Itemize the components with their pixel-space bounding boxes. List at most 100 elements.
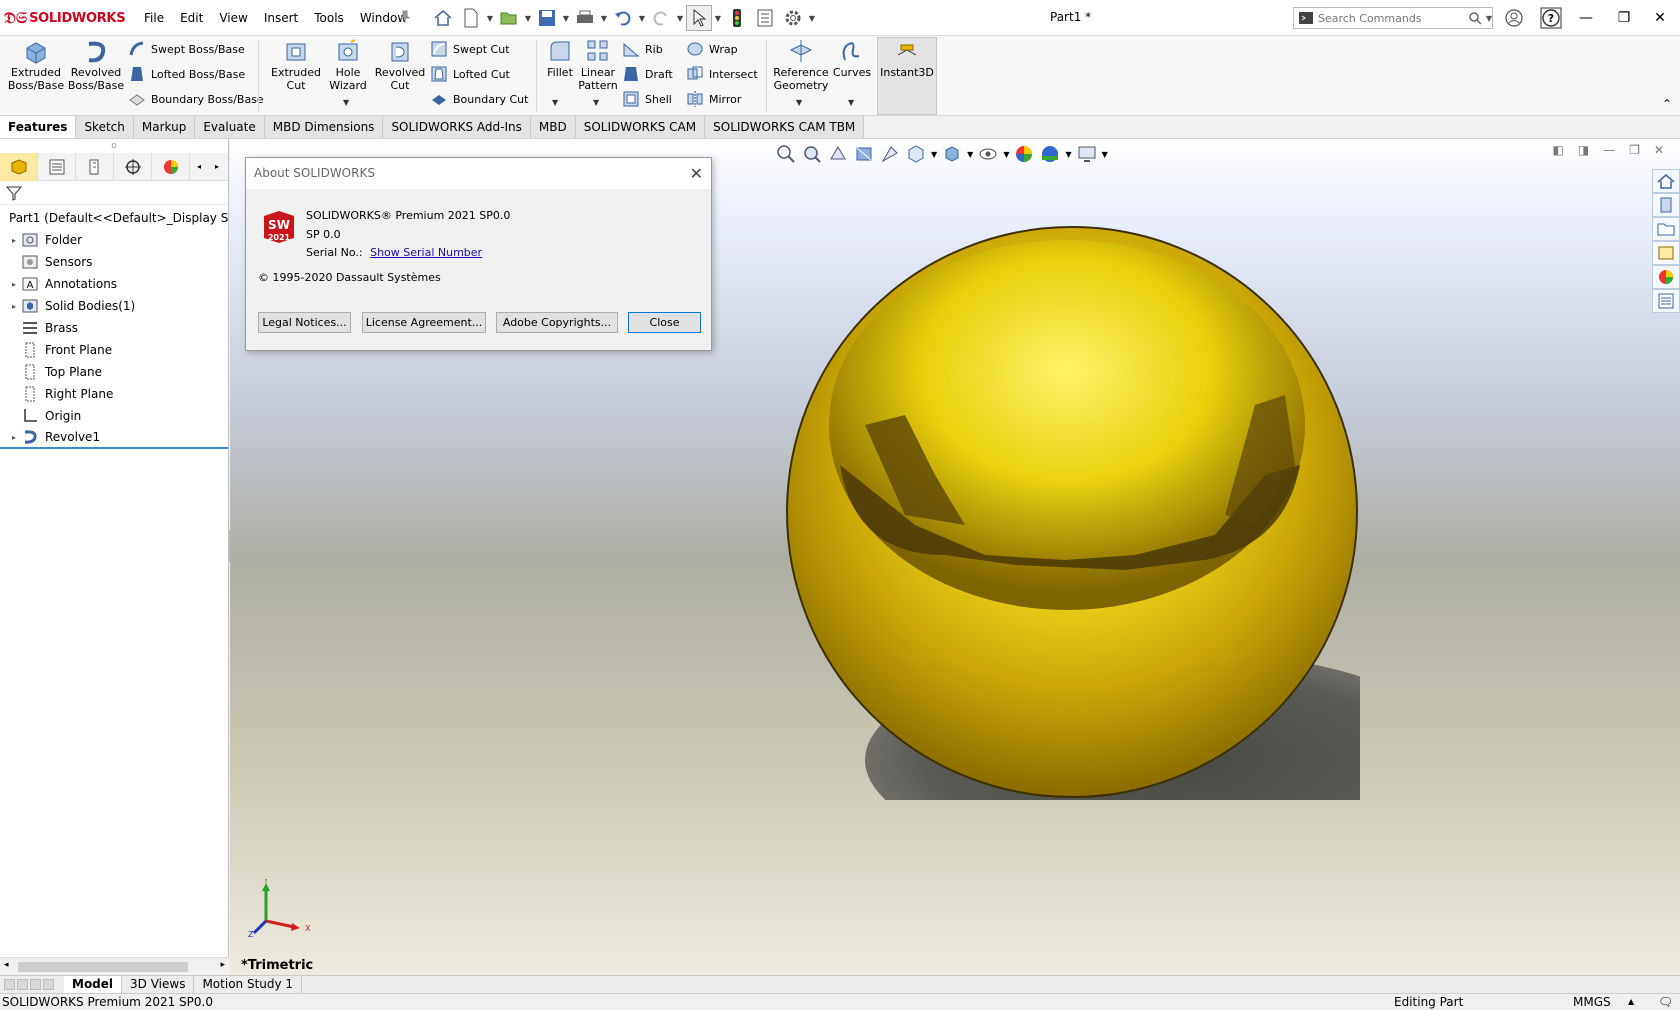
hide-show-items-icon[interactable] bbox=[977, 143, 999, 165]
tooltip-toggle-icon[interactable]: 🗨 bbox=[1658, 994, 1673, 1010]
draft-button[interactable]: Draft bbox=[622, 63, 673, 85]
solidworks-logo[interactable]: 𝔇𝔖 SOLIDWORKS bbox=[4, 8, 126, 28]
select-button[interactable] bbox=[686, 5, 712, 31]
close-window-button[interactable]: ✕ bbox=[1646, 6, 1674, 30]
reference-geometry-dropdown[interactable]: ▼ bbox=[796, 98, 802, 107]
viewport-restore-icon[interactable]: ❐ bbox=[1629, 143, 1640, 157]
horizontal-scrollbar[interactable]: ◂ ▸ bbox=[0, 957, 229, 975]
file-explorer-tab[interactable] bbox=[1652, 217, 1680, 241]
search-icon[interactable] bbox=[1468, 11, 1482, 25]
property-manager-tab[interactable] bbox=[38, 153, 76, 181]
restore-button[interactable]: ❐ bbox=[1610, 6, 1638, 30]
tab-solidworks-cam-tbm[interactable]: SOLIDWORKS CAM TBM bbox=[705, 116, 865, 138]
tab-3d-views[interactable]: 3D Views bbox=[122, 976, 195, 993]
save-dropdown[interactable]: ▼ bbox=[562, 5, 570, 31]
open-dropdown[interactable]: ▼ bbox=[524, 5, 532, 31]
new-document-button[interactable] bbox=[458, 5, 484, 31]
boundary-boss-button[interactable]: Boundary Boss/Base bbox=[128, 88, 264, 110]
gold-sphere-model[interactable] bbox=[785, 225, 1360, 800]
scroll-tabs-right[interactable]: ▸ bbox=[208, 153, 226, 180]
search-commands-box[interactable]: ▼ bbox=[1293, 7, 1493, 29]
collapse-ribbon-icon[interactable]: ⌃ bbox=[1662, 97, 1672, 111]
adobe-copyrights-button[interactable]: Adobe Copyrights... bbox=[496, 312, 618, 333]
menu-insert[interactable]: Insert bbox=[256, 0, 306, 36]
file-properties-button[interactable] bbox=[752, 5, 778, 31]
tab-markup[interactable]: Markup bbox=[133, 116, 196, 138]
new-dropdown[interactable]: ▼ bbox=[486, 5, 494, 31]
tree-item-solid-bodies[interactable]: ▸ Solid Bodies(1) bbox=[0, 295, 228, 317]
account-button[interactable] bbox=[1500, 6, 1528, 30]
fillet-dropdown[interactable]: ▼ bbox=[552, 98, 558, 107]
open-button[interactable] bbox=[496, 5, 522, 31]
dialog-close-icon[interactable]: ✕ bbox=[690, 158, 703, 189]
feature-manager-tab[interactable] bbox=[0, 153, 38, 181]
curves-dropdown[interactable]: ▼ bbox=[848, 98, 854, 107]
appearances-tab[interactable] bbox=[1652, 265, 1680, 289]
pin-icon[interactable] bbox=[398, 10, 412, 24]
zoom-to-fit-icon[interactable] bbox=[775, 143, 797, 165]
tree-item-folder[interactable]: ▸ Folder bbox=[0, 229, 228, 251]
display-style-dropdown[interactable]: ▼ bbox=[967, 150, 973, 159]
display-style-icon[interactable] bbox=[941, 143, 963, 165]
custom-properties-tab[interactable] bbox=[1652, 289, 1680, 313]
view-settings-dropdown[interactable]: ▼ bbox=[1102, 150, 1108, 159]
display-manager-tab[interactable] bbox=[152, 153, 190, 181]
menu-view[interactable]: View bbox=[211, 0, 255, 36]
hole-wizard-button[interactable]: Hole Wizard bbox=[322, 38, 374, 92]
swept-boss-button[interactable]: Swept Boss/Base bbox=[128, 38, 245, 60]
solidworks-resources-tab[interactable] bbox=[1652, 169, 1680, 193]
home-button[interactable] bbox=[430, 5, 456, 31]
swept-cut-button[interactable]: Swept Cut bbox=[430, 38, 510, 60]
linear-pattern-button[interactable]: Linear Pattern bbox=[576, 38, 620, 92]
dialog-title-bar[interactable]: About SOLIDWORKS ✕ bbox=[246, 158, 711, 189]
redo-dropdown[interactable]: ▼ bbox=[676, 5, 684, 31]
tree-item-front-plane[interactable]: Front Plane bbox=[0, 339, 228, 361]
search-dropdown[interactable]: ▼ bbox=[1486, 14, 1492, 23]
scroll-left-arrow-icon[interactable]: ◂ bbox=[4, 960, 9, 970]
lofted-boss-button[interactable]: Lofted Boss/Base bbox=[128, 63, 245, 85]
expand-arrow-icon[interactable]: ▸ bbox=[8, 280, 20, 289]
dimxpert-manager-tab[interactable] bbox=[114, 153, 152, 181]
panel-grip[interactable]: o bbox=[0, 139, 228, 153]
print-button[interactable] bbox=[572, 5, 598, 31]
undo-button[interactable] bbox=[610, 5, 636, 31]
configuration-manager-tab[interactable] bbox=[76, 153, 114, 181]
extruded-boss-button[interactable]: Extruded Boss/Base bbox=[8, 38, 64, 92]
fillet-button[interactable]: Fillet bbox=[540, 38, 580, 79]
tree-item-top-plane[interactable]: Top Plane bbox=[0, 361, 228, 383]
print-dropdown[interactable]: ▼ bbox=[600, 5, 608, 31]
hole-wizard-dropdown[interactable]: ▼ bbox=[343, 98, 349, 107]
tab-model[interactable]: Model bbox=[64, 976, 123, 993]
first-tab-icon[interactable] bbox=[4, 979, 15, 990]
menu-file[interactable]: File bbox=[136, 0, 172, 36]
apply-scene-dropdown[interactable]: ▼ bbox=[1065, 150, 1071, 159]
menu-tools[interactable]: Tools bbox=[306, 0, 352, 36]
tab-solidworks-add-ins[interactable]: SOLIDWORKS Add-Ins bbox=[383, 116, 531, 138]
dynamic-annotation-icon[interactable] bbox=[879, 143, 901, 165]
zoom-to-area-icon[interactable] bbox=[801, 143, 823, 165]
edit-appearance-icon[interactable] bbox=[1013, 143, 1035, 165]
unit-system-dropdown[interactable]: ▲ bbox=[1628, 994, 1634, 1010]
revolved-cut-button[interactable]: Revolved Cut bbox=[372, 38, 428, 92]
view-palette-tab[interactable] bbox=[1652, 241, 1680, 265]
show-serial-number-link[interactable]: Show Serial Number bbox=[370, 246, 482, 259]
scroll-right-arrow-icon[interactable]: ▸ bbox=[220, 960, 225, 970]
reference-geometry-button[interactable]: Reference Geometry bbox=[770, 38, 832, 92]
next-tab-icon[interactable] bbox=[30, 979, 41, 990]
section-view-icon[interactable] bbox=[853, 143, 875, 165]
menu-edit[interactable]: Edit bbox=[172, 0, 211, 36]
shell-button[interactable]: Shell bbox=[622, 88, 672, 110]
viewport-minimize-icon[interactable]: — bbox=[1603, 143, 1615, 157]
rebuild-button[interactable] bbox=[724, 5, 750, 31]
rib-button[interactable]: Rib bbox=[622, 38, 663, 60]
save-button[interactable] bbox=[534, 5, 560, 31]
intersect-button[interactable]: Intersect bbox=[686, 63, 758, 85]
design-library-tab[interactable] bbox=[1652, 193, 1680, 217]
undo-dropdown[interactable]: ▼ bbox=[638, 5, 646, 31]
last-tab-icon[interactable] bbox=[43, 979, 54, 990]
view-orientation-icon[interactable] bbox=[905, 143, 927, 165]
tab-motion-study[interactable]: Motion Study 1 bbox=[194, 976, 303, 993]
tab-evaluate[interactable]: Evaluate bbox=[195, 116, 265, 138]
tree-item-sensors[interactable]: Sensors bbox=[0, 251, 228, 273]
tab-mbd[interactable]: MBD bbox=[530, 116, 576, 138]
